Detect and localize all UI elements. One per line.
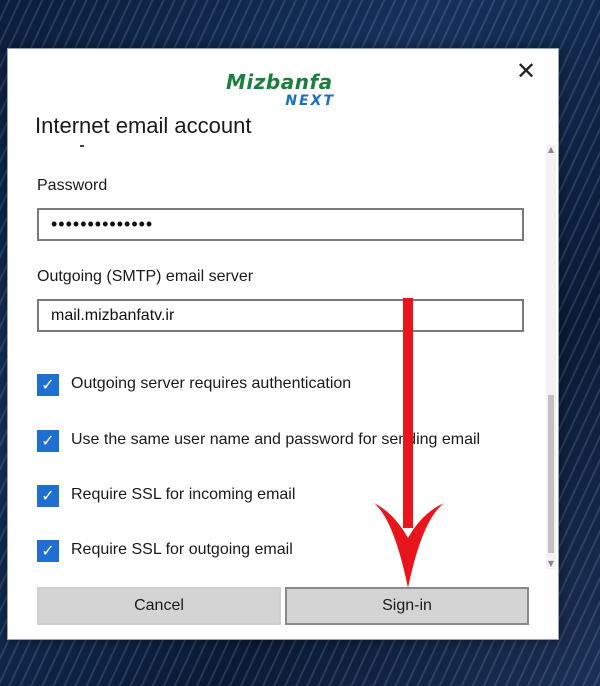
password-label: Password [37,177,108,194]
smtp-server-label: Outgoing (SMTP) email server [37,268,254,285]
checkbox-label: Outgoing server requires authentication [71,375,352,392]
close-icon[interactable]: ✕ [514,59,538,83]
checkbox-checked-icon[interactable]: ✓ [37,374,59,396]
title-divider [80,145,84,147]
checkbox-checked-icon[interactable]: ✓ [37,430,59,452]
scroll-up-icon[interactable]: ▲ [546,145,556,155]
checkbox-label: Use the same user name and password for … [71,431,481,448]
vertical-scrollbar[interactable]: ▲ ▼ [546,145,556,569]
checkbox-label: Require SSL for incoming email [71,486,296,503]
cancel-button[interactable]: Cancel [37,587,281,625]
scroll-down-icon[interactable]: ▼ [546,559,556,569]
sign-in-button[interactable]: Sign-in [285,587,529,625]
checkbox-checked-icon[interactable]: ✓ [37,485,59,507]
smtp-server-field[interactable]: mail.mizbanfatv.ir [37,299,524,332]
scrollbar-thumb[interactable] [548,395,554,553]
logo-text-bottom: NEXT [285,93,335,109]
mizbanfa-logo: Mizbanfa NEXT [226,71,341,115]
logo-text-top: Mizbanfa [226,70,333,94]
password-field[interactable]: •••••••••••••• [37,208,524,241]
dialog-title: Internet email account [35,113,252,138]
email-account-dialog: ✕ Mizbanfa NEXT Internet email account P… [7,48,559,640]
checkbox-label: Require SSL for outgoing email [71,541,293,558]
checkbox-checked-icon[interactable]: ✓ [37,540,59,562]
